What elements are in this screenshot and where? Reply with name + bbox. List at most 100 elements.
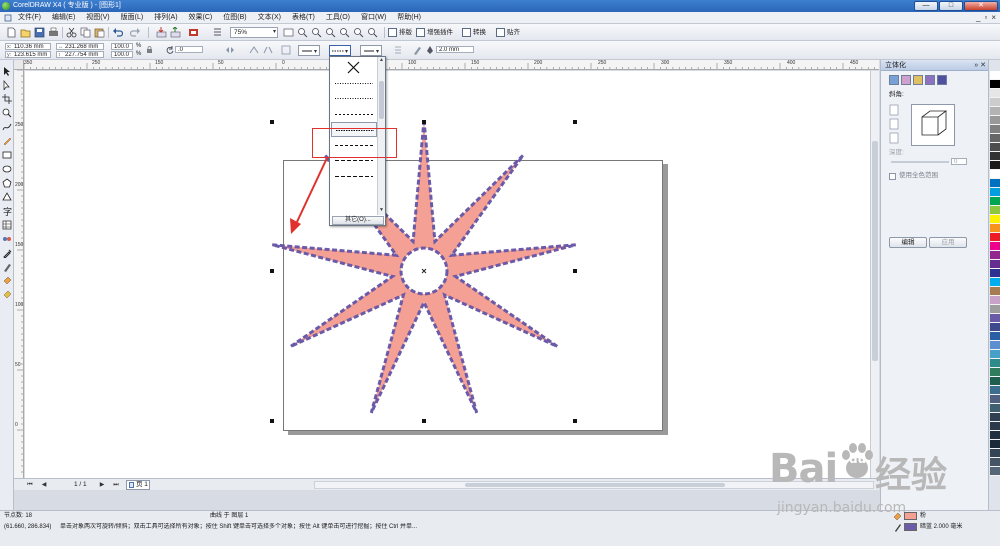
extrude-color-icon[interactable]: [925, 75, 935, 85]
selection-handle[interactable]: [573, 269, 577, 273]
zoom-out-icon[interactable]: [311, 27, 322, 38]
fill-color-swatch[interactable]: [904, 512, 917, 520]
selection-handle[interactable]: [422, 419, 426, 423]
table-tool-icon[interactable]: [2, 220, 12, 230]
redo-icon[interactable]: [130, 27, 141, 38]
palette-swatch[interactable]: [990, 296, 1000, 305]
palette-swatch[interactable]: [990, 152, 1000, 161]
palette-swatch[interactable]: [990, 89, 1000, 98]
palette-swatch[interactable]: [990, 359, 1000, 368]
page-first-icon[interactable]: ⏮: [26, 481, 34, 489]
menu-tools[interactable]: 工具(O): [326, 12, 350, 24]
palette-swatch[interactable]: [990, 125, 1000, 134]
palette-swatch[interactable]: [990, 440, 1000, 449]
palette-swatch[interactable]: [990, 458, 1000, 467]
palette-swatch[interactable]: [990, 98, 1000, 107]
minimize-button[interactable]: —: [914, 1, 938, 11]
line-style-option[interactable]: [331, 76, 377, 91]
text-wrap-icon[interactable]: [393, 45, 403, 55]
page-previous-icon[interactable]: ◀: [40, 481, 48, 489]
scale-y-field[interactable]: 100.0: [111, 51, 133, 58]
menu-file[interactable]: 文件(F): [18, 12, 41, 24]
palette-swatch[interactable]: [990, 251, 1000, 260]
cut-icon[interactable]: [66, 27, 77, 38]
extrude-rotation-icon[interactable]: [901, 75, 911, 85]
wrap-text-icon[interactable]: [281, 45, 291, 55]
docker-controls[interactable]: » ✕: [974, 60, 986, 71]
end-arrowhead-select[interactable]: ▾: [360, 45, 382, 56]
palette-swatch[interactable]: [990, 314, 1000, 323]
palette-swatch[interactable]: [990, 341, 1000, 350]
convert-button[interactable]: 转换: [462, 27, 486, 38]
palette-swatch[interactable]: [990, 170, 1000, 179]
position-x-field[interactable]: x: 110.36 mm: [5, 43, 51, 50]
close-curve-icon[interactable]: [249, 45, 259, 55]
palette-swatch[interactable]: [990, 305, 1000, 314]
basic-shapes-tool-icon[interactable]: [2, 192, 12, 202]
selection-handle[interactable]: [573, 120, 577, 124]
palette-swatch[interactable]: [990, 377, 1000, 386]
palette-swatch[interactable]: [990, 350, 1000, 359]
crop-tool-icon[interactable]: [2, 94, 12, 104]
outline-width-select[interactable]: 2.0 mm: [436, 46, 474, 53]
copy-icon[interactable]: [80, 27, 91, 38]
application-launcher-icon[interactable]: [188, 27, 199, 38]
horizontal-scrollbar[interactable]: [314, 481, 874, 489]
maximize-button[interactable]: □: [939, 1, 963, 11]
menu-arrange[interactable]: 排列(A): [154, 12, 177, 24]
zoom-to-page-icon[interactable]: [353, 27, 364, 38]
start-arrowhead-select[interactable]: ▾: [298, 45, 320, 56]
break-apart-icon[interactable]: [263, 45, 273, 55]
outline-color-swatch[interactable]: [904, 523, 917, 531]
align-button[interactable]: 排版: [388, 27, 412, 38]
drawing-canvas[interactable]: [25, 71, 870, 478]
palette-swatch[interactable]: [990, 188, 1000, 197]
menu-table[interactable]: 表格(T): [292, 12, 315, 24]
full-screen-preview-icon[interactable]: [283, 27, 294, 38]
line-style-option[interactable]: [331, 107, 377, 122]
lock-ratio-icon[interactable]: [146, 46, 153, 54]
print-icon[interactable]: [48, 27, 59, 38]
vertical-scroll-thumb[interactable]: [872, 141, 878, 361]
palette-swatch[interactable]: [990, 278, 1000, 287]
palette-swatch[interactable]: [990, 368, 1000, 377]
extrude-camera-icon[interactable]: [889, 75, 899, 85]
selection-handle[interactable]: [270, 120, 274, 124]
menu-text[interactable]: 文本(X): [258, 12, 281, 24]
paste-icon[interactable]: [94, 27, 105, 38]
line-style-option[interactable]: [331, 91, 377, 106]
smart-fill-tool-icon[interactable]: [2, 136, 12, 146]
scale-x-field[interactable]: 100.0: [111, 43, 133, 50]
palette-swatch[interactable]: [990, 116, 1000, 125]
extrude-light-icon[interactable]: [913, 75, 923, 85]
interactive-blend-tool-icon[interactable]: [2, 234, 12, 244]
page-next-icon[interactable]: ▶: [98, 481, 106, 489]
outline-pen-icon[interactable]: [412, 45, 422, 55]
eyedropper-tool-icon[interactable]: [2, 248, 12, 258]
polygon-tool-icon[interactable]: [2, 178, 12, 188]
page-tab[interactable]: 页 1: [126, 480, 150, 490]
palette-swatch[interactable]: [990, 233, 1000, 242]
ruler-origin[interactable]: [14, 60, 24, 70]
rotation-angle-field[interactable]: .0: [175, 46, 203, 53]
rectangle-tool-icon[interactable]: [2, 150, 12, 160]
apply-button[interactable]: 应用: [929, 237, 967, 248]
zoom-level-select[interactable]: 75% ▾: [230, 27, 278, 38]
palette-swatch[interactable]: [990, 269, 1000, 278]
interactive-fill-tool-icon[interactable]: [2, 290, 12, 300]
line-style-select[interactable]: ▾: [329, 45, 351, 56]
palette-swatch[interactable]: [990, 179, 1000, 188]
palette-swatch[interactable]: [990, 260, 1000, 269]
menu-edit[interactable]: 编辑(E): [52, 12, 75, 24]
palette-swatch[interactable]: [990, 134, 1000, 143]
doc-minimize-button[interactable]: _: [976, 13, 980, 23]
scroll-up-icon[interactable]: ▲: [378, 57, 385, 64]
zoom-tool-icon[interactable]: [2, 108, 12, 118]
vertical-ruler[interactable]: 250 200 150 100 50 0: [14, 70, 24, 478]
palette-swatch[interactable]: [990, 197, 1000, 206]
palette-swatch[interactable]: [990, 386, 1000, 395]
document-icon[interactable]: [4, 14, 12, 22]
palette-swatch[interactable]: [990, 206, 1000, 215]
palette-swatch[interactable]: [990, 80, 1000, 89]
fill-tool-icon[interactable]: [2, 276, 12, 286]
